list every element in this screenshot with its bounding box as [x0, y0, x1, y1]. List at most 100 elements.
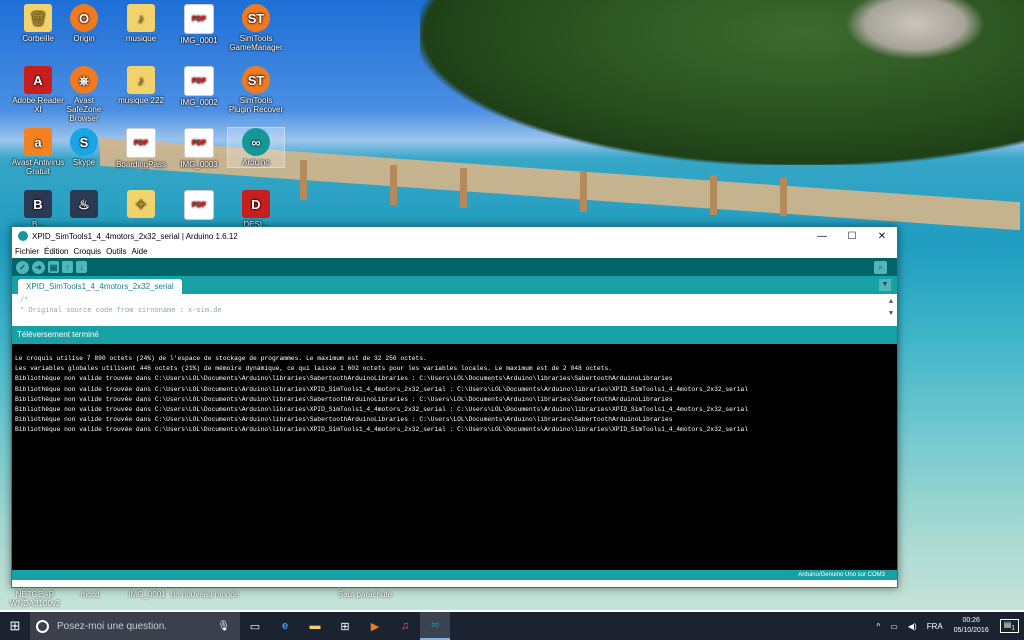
desktop-icon-image: a [24, 128, 52, 156]
console-line: Les variables globales utilisent 446 oct… [15, 365, 613, 373]
board-info: Arduino/Genuino Uno sur COM3 [12, 570, 897, 580]
open-sketch-icon[interactable]: ↑ [62, 261, 73, 273]
desktop-icon-label: musique [125, 34, 157, 43]
editor-line: * Original source code from sirnoname : … [20, 307, 222, 315]
system-tray: ^ ▭ ◀) FRA 00:26 05/10/2016 ▤1 [872, 616, 1024, 636]
desktop-icon[interactable]: PDF IMG_0001 [171, 4, 227, 45]
desktop-icon-label: musique 222 [118, 96, 164, 105]
tab-sketch[interactable]: XPID_SimTools1_4_4motors_2x32_serial [18, 279, 182, 294]
desktop-icon[interactable]: ⎈ Avast SafeZone Browser [56, 66, 112, 123]
desktop-icon-image: PDF [184, 66, 214, 96]
desktop-icon-label: SimTools GameManager [229, 34, 283, 52]
minimize-button[interactable]: — [807, 231, 837, 242]
desktop-icon[interactable]: PDF [171, 190, 227, 222]
desktop-icon[interactable]: PDF BoardingPass [113, 128, 169, 169]
desktop-icon-image: ⎈ [70, 66, 98, 94]
console-line: Bibliothèque non valide trouvée dans C:\… [15, 385, 749, 393]
menu-aide[interactable]: Aide [132, 247, 148, 256]
desktop-icon[interactable]: ∞ Arduino [227, 127, 285, 168]
desktop-icon-image: ST [242, 66, 270, 94]
itunes-icon[interactable]: ♫ [390, 612, 420, 640]
file-explorer-icon[interactable]: ▬ [300, 612, 330, 640]
windows-start-icon[interactable]: ⊞ [0, 612, 30, 640]
desktop-icon-image: B [24, 190, 52, 218]
menu-croquis[interactable]: Croquis [73, 247, 101, 256]
desktop-icon-image: PDF [184, 128, 214, 158]
save-sketch-icon[interactable]: ↓ [76, 261, 87, 273]
desktop-icon-image: 🗑 [24, 4, 52, 32]
notification-icon[interactable]: ▤1 [999, 619, 1019, 633]
desktop-icon[interactable]: S Skype [56, 128, 112, 167]
window-titlebar[interactable]: XPID_SimTools1_4_4motors_2x32_serial | A… [12, 227, 897, 245]
desktop-icon[interactable]: ♪ musique 222 [113, 66, 169, 105]
desktop-icon[interactable]: ♪ musique [113, 4, 169, 43]
desktop-icon-label: Avast SafeZone Browser [66, 96, 102, 123]
maximize-button[interactable]: ☐ [837, 231, 867, 242]
task-view-icon[interactable]: ▭ [240, 612, 270, 640]
console-line: Bibliothèque non valide trouvée dans C:\… [15, 426, 749, 434]
menu-edition[interactable]: Édition [44, 247, 68, 256]
taskbar: ⊞ Posez-moi une question. 🎙 ▭ e ▬ ⊞ ▶ ♫ … [0, 612, 1024, 640]
code-editor[interactable]: /* * Original source code from sirnoname… [12, 294, 897, 326]
desktop-icon-label: IMG_0002 [180, 98, 218, 107]
arduino-window: XPID_SimTools1_4_4motors_2x32_serial | A… [11, 226, 898, 588]
tray-expand-icon[interactable]: ^ [877, 622, 881, 631]
desktop-icon-label: Arduino [242, 158, 270, 167]
menu-fichier[interactable]: Fichier [15, 247, 39, 256]
desktop-icon[interactable]: ST SimTools Plugin Recover [228, 66, 284, 114]
desktop-icon-label: IMG_0003 [180, 160, 218, 169]
desktop-icon[interactable]: ♨ [56, 190, 112, 220]
console-output: Le croquis utilise 7 890 octets (24%) de… [12, 344, 897, 570]
desktop-icon[interactable]: D DESI... [228, 190, 284, 229]
desktop-icon-label[interactable]: un nouveau monde [170, 590, 240, 599]
console-line: Bibliothèque non valide trouvée dans C:\… [15, 395, 673, 403]
desktop-icon-image: A [24, 66, 52, 94]
desktop-icon-image: PDF [184, 190, 214, 220]
media-player-icon[interactable]: ▶ [360, 612, 390, 640]
desktop-icon-image: S [70, 128, 98, 156]
verify-icon[interactable]: ✓ [16, 260, 29, 274]
menu-bar: Fichier Édition Croquis Outils Aide [12, 245, 897, 258]
console-line: Bibliothèque non valide trouvée dans C:\… [15, 406, 749, 414]
desktop-icon-label: IMG_0001 [180, 36, 218, 45]
cortana-search-box[interactable]: Posez-moi une question. 🎙 [30, 612, 240, 640]
new-sketch-icon[interactable]: ▤ [48, 261, 59, 273]
console-line: Bibliothèque non valide trouvée dans C:\… [15, 375, 673, 383]
editor-line: /* [20, 297, 29, 305]
store-icon[interactable]: ⊞ [330, 612, 360, 640]
clock-time: 00:26 [962, 617, 980, 624]
desktop-icon[interactable]: PDF IMG_0003 [171, 128, 227, 169]
desktop-icon[interactable]: O Origin [56, 4, 112, 43]
desktop-icon[interactable]: ✦ [113, 190, 169, 220]
arduino-taskbar-icon[interactable]: ∞ [420, 612, 450, 640]
menu-outils[interactable]: Outils [106, 247, 126, 256]
network-icon[interactable]: ▭ [890, 622, 898, 631]
arduino-app-icon [18, 231, 28, 241]
desktop-icon-label: Skype [72, 158, 96, 167]
desktop-icon-label: Origin [73, 34, 95, 43]
desktop-icon[interactable]: ST SimTools GameManager [228, 4, 284, 52]
clock[interactable]: 00:26 05/10/2016 [954, 616, 989, 636]
search-placeholder: Posez-moi une question. [57, 620, 168, 632]
close-button[interactable]: ✕ [867, 231, 897, 242]
desktop-icon-image: ♨ [70, 190, 98, 218]
desktop-icon[interactable]: PDF IMG_0002 [171, 66, 227, 107]
volume-icon[interactable]: ◀) [908, 622, 917, 631]
notification-count: 1 [1011, 624, 1015, 632]
editor-scrollbar[interactable]: ▲ ▼ [887, 296, 895, 320]
language-indicator[interactable]: FRA [927, 622, 943, 631]
tab-menu-icon[interactable]: ▼ [879, 279, 891, 291]
desktop-icon-image: D [242, 190, 270, 218]
desktop-icon-label[interactable]: Saut parachute [330, 590, 400, 599]
desktop-icon-image: ♪ [127, 4, 155, 32]
edge-icon[interactable]: e [270, 612, 300, 640]
microphone-icon[interactable]: 🎙 [217, 621, 230, 632]
serial-monitor-icon[interactable]: ⌕ [874, 261, 887, 274]
desktop-icon-image: ∞ [242, 128, 270, 156]
upload-icon[interactable]: ➜ [32, 260, 45, 274]
console-line: Bibliothèque non valide trouvée dans C:\… [15, 416, 673, 424]
desktop-icon-image: ♪ [127, 66, 155, 94]
window-title: XPID_SimTools1_4_4motors_2x32_serial | A… [32, 231, 238, 241]
desktop-icon-image: O [70, 4, 98, 32]
console-line: Le croquis utilise 7 890 octets (24%) de… [15, 355, 427, 362]
